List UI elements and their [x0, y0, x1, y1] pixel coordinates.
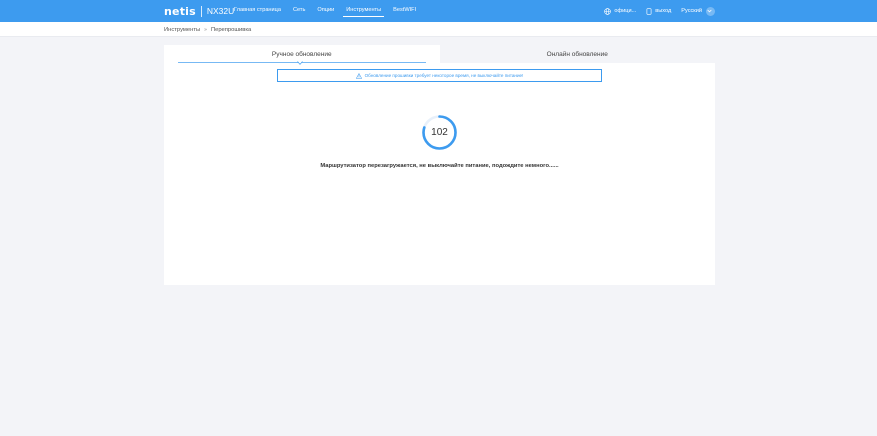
main-nav: Главная страница Сеть Опции Инструменты … — [228, 0, 422, 22]
language-label: Русский — [681, 8, 702, 14]
breadcrumb: Инструменты » Перепрошивка — [164, 22, 251, 37]
brand-logo: netis — [164, 4, 196, 18]
nav-item-bestwifi[interactable]: BestWIFI — [387, 0, 422, 22]
logout-button[interactable]: выход — [646, 7, 672, 15]
breadcrumb-separator: » — [204, 26, 207, 33]
logo-divider — [200, 5, 202, 17]
header-actions: офици... выход Русский — [594, 0, 715, 22]
nav-item-network[interactable]: Сеть — [287, 0, 311, 22]
breadcrumb-current: Перепрошивка — [210, 26, 252, 33]
firmware-upgrade-panel: Ручное обновление Онлайн обновление Обно… — [164, 45, 715, 285]
reboot-status-message: Маршрутизатор перезагружается, не выключ… — [320, 163, 559, 169]
nav-item-home[interactable]: Главная страница — [228, 0, 287, 22]
tab-online-upgrade[interactable]: Онлайн обновление — [439, 45, 715, 63]
logout-label: выход — [655, 8, 672, 14]
upgrade-tabs: Ручное обновление Онлайн обновление — [164, 45, 715, 63]
chevron-down-icon — [706, 6, 715, 16]
tab-caret-icon — [297, 61, 303, 65]
language-select[interactable]: Русский — [681, 6, 715, 16]
official-site-label: офици... — [614, 8, 637, 14]
official-site-link[interactable]: офици... — [604, 7, 637, 15]
reboot-progress: 102 — [421, 114, 458, 151]
breadcrumb-parent[interactable]: Инструменты — [164, 27, 200, 33]
firmware-notice: Обновление прошивки требует некоторое вр… — [277, 69, 602, 82]
logout-icon — [646, 7, 652, 15]
globe-icon — [604, 7, 612, 15]
warning-icon — [355, 72, 362, 79]
notice-text: Обновление прошивки требует некоторое вр… — [364, 73, 524, 78]
logo: netis NX32U — [164, 3, 234, 19]
nav-item-tools[interactable]: Инструменты — [340, 0, 387, 22]
nav-item-options[interactable]: Опции — [311, 0, 340, 22]
breadcrumb-bar: Инструменты » Перепрошивка — [0, 22, 877, 37]
progress-value: 102 — [431, 127, 448, 138]
top-navigation-bar: netis NX32U Главная страница Сеть Опции … — [0, 0, 877, 22]
